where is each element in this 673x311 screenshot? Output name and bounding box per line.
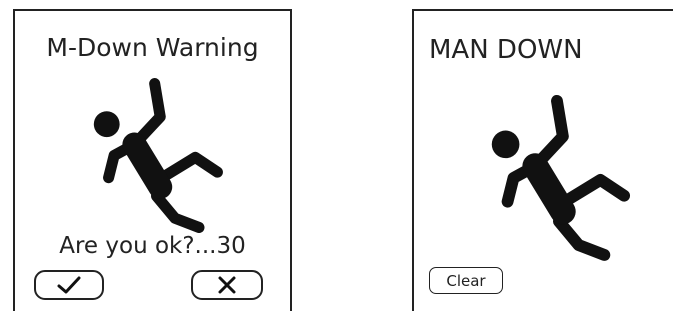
man-down-screen: MAN DOWN Clear [412, 9, 673, 311]
warning-title: M-Down Warning [46, 33, 259, 62]
warning-screen: M-Down Warning Are you ok?...30 [13, 9, 292, 311]
clear-button[interactable]: Clear [429, 267, 503, 294]
are-you-ok-prompt: Are you ok?...30 [59, 233, 246, 259]
falling-person-icon [93, 78, 223, 233]
man-down-title: MAN DOWN [429, 35, 583, 65]
close-icon [218, 276, 236, 294]
confirm-ok-button[interactable] [34, 270, 104, 300]
checkmark-icon [57, 276, 81, 294]
cancel-alert-button[interactable] [191, 270, 263, 300]
falling-person-icon [491, 94, 631, 261]
